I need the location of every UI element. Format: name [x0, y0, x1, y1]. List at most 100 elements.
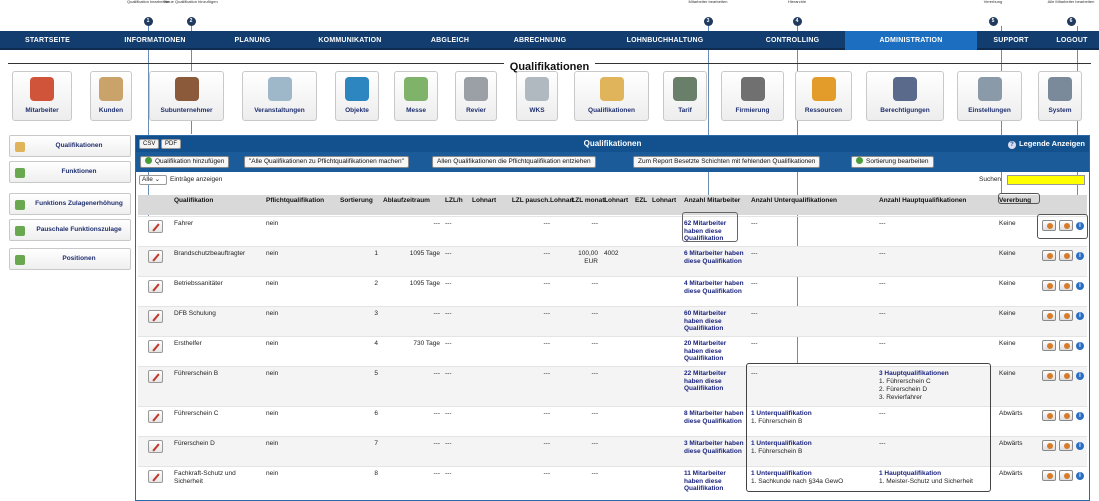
edit-all-employees-button[interactable] [1059, 280, 1073, 291]
edit-all-employees-button[interactable] [1059, 470, 1073, 481]
sidebar-item-1[interactable]: Qualifikationen [9, 135, 131, 157]
assign-employee-button[interactable] [1042, 280, 1056, 291]
tile-ressourcen[interactable]: Ressourcen [795, 71, 852, 121]
employee-count-link[interactable]: 20 Mitarbeiter haben diese Qualifikation [684, 340, 744, 363]
employee-count-link[interactable]: 6 Mitarbeiter haben diese Qualifikation [684, 250, 744, 265]
employee-count-link[interactable]: 4 Mitarbeiter haben diese Qualifikation [684, 280, 744, 295]
nav-support[interactable]: SUPPORT [977, 31, 1045, 50]
employee-count-link[interactable]: 60 Mitarbeiter haben diese Qualifikation [684, 310, 744, 333]
nav-lohnbuchhaltung[interactable]: LOHNBUCHHALTUNG [590, 31, 740, 50]
edit-button[interactable] [148, 470, 163, 483]
info-icon[interactable]: i [1076, 372, 1084, 380]
nav-logout[interactable]: LOGOUT [1045, 31, 1099, 50]
sort-value: 5 [374, 370, 378, 377]
plus-icon [145, 157, 152, 164]
employee-count-link[interactable]: 11 Mitarbeiter haben diese Qualifikation [684, 470, 744, 493]
info-icon[interactable]: i [1076, 252, 1084, 260]
tile-label: WKS [529, 107, 545, 114]
expiry-value: 1095 Tage [409, 250, 440, 257]
lzl-monthly: --- [591, 370, 599, 377]
highlight-row-actions [1037, 214, 1088, 239]
toolbar-button-2[interactable]: "Alle Qualifikationen zu Pflichtqualifik… [244, 156, 409, 168]
assign-employee-button[interactable] [1042, 310, 1056, 321]
search-input[interactable] [1007, 175, 1085, 185]
toolbar-button-3[interactable]: Allen Qualifikationen die Pflichtqualifi… [432, 156, 596, 168]
tile-berechtigungen[interactable]: Berechtigungen [866, 71, 944, 121]
nav-controlling[interactable]: CONTROLLING [740, 31, 845, 50]
edit-all-employees-button[interactable] [1059, 250, 1073, 261]
callout-text: Hierarchie [787, 0, 807, 4]
assign-employee-button[interactable] [1042, 340, 1056, 351]
tile-label: Berechtigungen [880, 107, 930, 114]
assign-employee-button[interactable] [1042, 250, 1056, 261]
assign-employee-button[interactable] [1042, 410, 1056, 421]
toolbar-button-4[interactable]: Zum Report Besetzte Schichten mit fehlen… [633, 156, 821, 168]
sidebar-item-2[interactable]: Funktionen [9, 161, 131, 183]
legend-toggle[interactable]: ? Legende Anzeigen [1008, 136, 1085, 152]
edit-button[interactable] [148, 440, 163, 453]
tile-system[interactable]: System [1038, 71, 1082, 121]
employee-count-link[interactable]: 3 Mitarbeiter haben diese Qualifikation [684, 440, 744, 455]
nav-planung[interactable]: PLANUNG [215, 31, 290, 50]
tile-tarif[interactable]: Tarif [663, 71, 707, 121]
action-toolbar: Qualifikation hinzufügen "Alle Qualifikat… [136, 152, 1089, 172]
sidebar-item-3[interactable]: Funktions Zulagenerhöhung [9, 193, 131, 215]
tile-firmierung[interactable]: Firmierung [721, 71, 784, 121]
info-icon[interactable]: i [1076, 412, 1084, 420]
toolbar-button-1[interactable]: Qualifikation hinzufügen [140, 156, 230, 168]
edit-button[interactable] [148, 280, 163, 293]
edit-button[interactable] [148, 220, 163, 233]
toolbar-button-5[interactable]: Sortierung bearbeiten [851, 156, 934, 168]
help-icon: ? [1008, 141, 1017, 149]
main-qualification-summary: --- [879, 220, 886, 227]
info-icon[interactable]: i [1076, 442, 1084, 450]
tile-revier[interactable]: Revier [455, 71, 497, 121]
callout-bar: Qualifikation bearbeiten 1 Neue Qualifikat… [0, 0, 1099, 30]
employee-count-link[interactable]: 8 Mitarbeiter haben diese Qualifikation [684, 410, 744, 425]
info-icon[interactable]: i [1076, 312, 1084, 320]
sub-qualification-summary: --- [751, 220, 758, 227]
entries-select[interactable]: Alle ⌄ [139, 175, 167, 185]
tile-qualifikationen[interactable]: Qualifikationen [574, 71, 649, 121]
lzl-monthly: --- [591, 410, 599, 417]
tile-veranstaltungen[interactable]: Veranstaltungen [242, 71, 317, 121]
tile-subunternehmer[interactable]: Subunternehmer [149, 71, 224, 121]
edit-button[interactable] [148, 410, 163, 423]
edit-all-employees-button[interactable] [1059, 410, 1073, 421]
employee-count-link[interactable]: 22 Mitarbeiter haben diese Qualifikation [684, 370, 744, 393]
column-header: LZL monatl. [571, 197, 608, 204]
edit-all-employees-button[interactable] [1059, 340, 1073, 351]
edit-button[interactable] [148, 370, 163, 383]
lzl-hourly: --- [445, 440, 452, 447]
tile-einstellungen[interactable]: Einstellungen [957, 71, 1022, 121]
sidebar-item-5[interactable]: Positionen [9, 248, 131, 270]
info-icon[interactable]: i [1076, 342, 1084, 350]
nav-kommunikation[interactable]: KOMMUNIKATION [290, 31, 410, 50]
edit-all-employees-button[interactable] [1059, 440, 1073, 451]
nav-informationen[interactable]: INFORMATIONEN [95, 31, 215, 50]
assign-employee-button[interactable] [1042, 470, 1056, 481]
assign-employee-button[interactable] [1042, 440, 1056, 451]
tile-objekte[interactable]: Objekte [335, 71, 379, 121]
tile-wks[interactable]: WKS [516, 71, 558, 121]
info-icon[interactable]: i [1076, 472, 1084, 480]
info-icon[interactable]: i [1076, 282, 1084, 290]
edit-all-employees-button[interactable] [1059, 310, 1073, 321]
edit-button[interactable] [148, 340, 163, 353]
nav-startseite[interactable]: STARTSEITE [0, 31, 95, 50]
edit-button[interactable] [148, 250, 163, 263]
mandatory-value: nein [266, 250, 279, 257]
tile-kunden[interactable]: Kunden [90, 71, 132, 121]
nav-abgleich[interactable]: ABGLEICH [410, 31, 490, 50]
assign-employee-button[interactable] [1042, 370, 1056, 381]
tile-messe[interactable]: Messe [394, 71, 438, 121]
tile-mitarbeiter[interactable]: Mitarbeiter [12, 71, 72, 121]
sidebar-item-4[interactable]: Pauschale Funktionszulage [9, 219, 131, 241]
qualification-name: Führerschein B [174, 370, 219, 377]
nav-abrechnung[interactable]: ABRECHNUNG [490, 31, 590, 50]
sort-icon [856, 157, 863, 164]
edit-all-employees-button[interactable] [1059, 370, 1073, 381]
column-header: Anzahl Unterqualifikationen [751, 197, 837, 204]
edit-button[interactable] [148, 310, 163, 323]
nav-administration[interactable]: ADMINISTRATION [845, 31, 977, 50]
